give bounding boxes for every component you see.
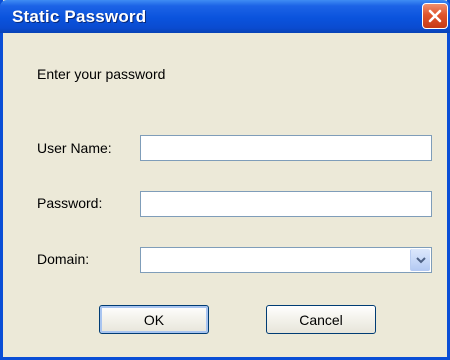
ok-button[interactable]: OK xyxy=(99,305,209,334)
domain-label: Domain: xyxy=(37,251,90,267)
username-input[interactable] xyxy=(140,135,432,161)
domain-dropdown-button[interactable] xyxy=(410,249,430,271)
password-input[interactable] xyxy=(140,191,432,217)
username-label: User Name: xyxy=(37,140,112,156)
close-button[interactable] xyxy=(422,3,448,29)
window-title: Static Password xyxy=(12,7,147,26)
domain-select[interactable] xyxy=(140,247,432,273)
title-bar[interactable]: Static Password xyxy=(0,0,450,33)
static-password-dialog: Static Password Enter your password User… xyxy=(0,0,450,360)
cancel-button[interactable]: Cancel xyxy=(266,305,376,334)
chevron-down-icon xyxy=(415,251,426,269)
prompt-text: Enter your password xyxy=(37,66,166,82)
close-icon xyxy=(428,9,442,23)
password-label: Password: xyxy=(37,195,103,211)
